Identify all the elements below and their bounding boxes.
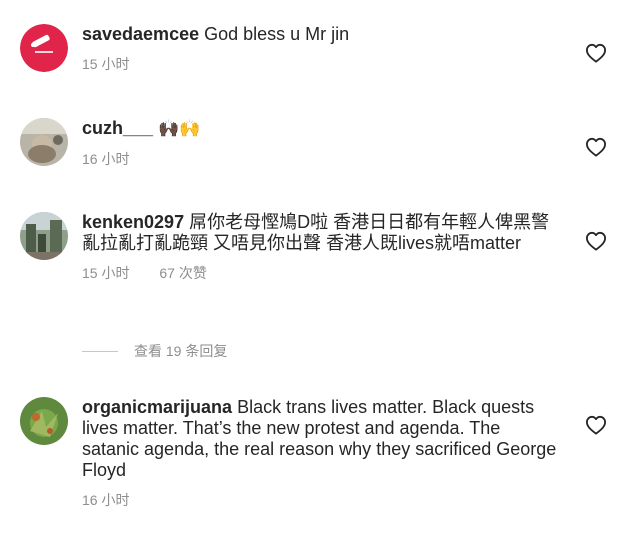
replies-divider [82, 350, 118, 352]
heart-outline-icon[interactable] [585, 415, 607, 435]
comment-text-line: cuzh___ 🙌🏿🙌 [82, 118, 562, 140]
username[interactable]: cuzh___ [82, 118, 153, 138]
comment-text-line: kenken0297 屌你老母慳鳩D啦 香港日日都有年輕人俾黑警亂拉亂打亂跪頸 … [82, 212, 562, 254]
comment-text-line: savedaemcee God bless u Mr jin [82, 24, 562, 45]
username[interactable]: kenken0297 [82, 212, 184, 232]
like-count[interactable]: 67 次赞 [159, 265, 206, 281]
view-replies-button[interactable]: 查看 19 条回复 [82, 341, 227, 361]
timestamp: 15 小时 [82, 265, 130, 281]
comment-text: God bless u Mr jin [204, 24, 350, 44]
username[interactable]: savedaemcee [82, 24, 199, 44]
avatar[interactable] [20, 397, 68, 445]
view-replies-label: 查看 19 条回复 [134, 343, 228, 359]
avatar[interactable] [20, 212, 68, 260]
timestamp: 15 小时 [82, 56, 130, 72]
heart-outline-icon[interactable] [585, 43, 607, 63]
timestamp: 16 小时 [82, 151, 130, 167]
comment-meta: 15 小时 [82, 55, 562, 73]
avatar[interactable] [20, 24, 68, 72]
heart-outline-icon[interactable] [585, 137, 607, 157]
comment-meta: 16 小时 [82, 150, 562, 168]
avatar[interactable] [20, 118, 68, 166]
comment-meta: 16 小时 [82, 491, 562, 509]
comment-meta: 15 小时 67 次赞 [82, 264, 562, 282]
username[interactable]: organicmarijuana [82, 397, 232, 417]
comment-text: 🙌🏿🙌 [158, 119, 201, 139]
timestamp: 16 小时 [82, 492, 130, 508]
comment-text-line: organicmarijuana Black trans lives matte… [82, 397, 562, 481]
heart-outline-icon[interactable] [585, 231, 607, 251]
